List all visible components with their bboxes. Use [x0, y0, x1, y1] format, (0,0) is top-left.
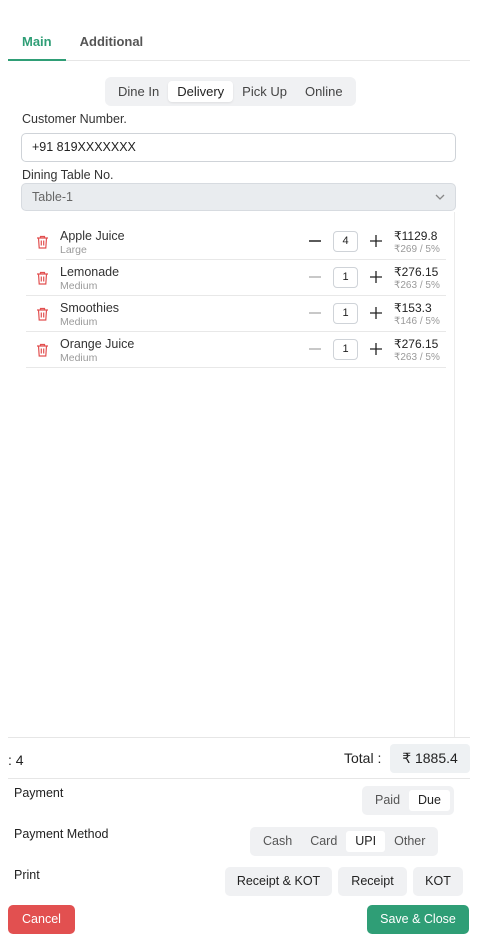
save-close-button[interactable]: Save & Close: [367, 905, 469, 934]
item-price: ₹276.15: [394, 337, 439, 351]
item-price: ₹276.15: [394, 265, 439, 279]
plus-icon[interactable]: [369, 270, 383, 284]
quantity-input[interactable]: 1: [333, 303, 358, 324]
minus-icon[interactable]: [308, 270, 322, 284]
quantity-input[interactable]: 1: [333, 267, 358, 288]
chevron-down-icon: [435, 194, 445, 200]
minus-icon[interactable]: [308, 306, 322, 320]
item-name: Lemonade: [60, 265, 120, 279]
order-type-selector: Dine In Delivery Pick Up Online: [105, 77, 356, 106]
order-summary: : 4 Total : ₹ 1885.4: [8, 737, 470, 779]
cancel-button[interactable]: Cancel: [8, 905, 75, 934]
payment-due-option[interactable]: Due: [409, 790, 450, 811]
payment-method-cash[interactable]: Cash: [254, 831, 301, 852]
order-item-row: Lemonade Medium 1 ₹276.15 ₹263 / 5%: [26, 260, 446, 296]
item-price: ₹153.3: [394, 301, 432, 315]
payment-method-card[interactable]: Card: [301, 831, 346, 852]
item-size: Medium: [60, 280, 98, 292]
order-type-delivery[interactable]: Delivery: [168, 81, 234, 102]
item-unit-price: ₹269 / 5%: [394, 244, 440, 255]
plus-icon[interactable]: [369, 234, 383, 248]
order-type-pick-up[interactable]: Pick Up: [233, 81, 296, 102]
item-size: Large: [60, 244, 87, 256]
quantity-input[interactable]: 1: [333, 339, 358, 360]
payment-label: Payment: [14, 786, 64, 800]
item-count: : 4: [8, 752, 24, 768]
payment-method-upi[interactable]: UPI: [346, 831, 386, 852]
dining-table-label: Dining Table No.: [22, 168, 114, 182]
payment-method-label: Payment Method: [14, 827, 109, 841]
payment-method-selector: Cash Card UPI Other: [250, 827, 439, 856]
delete-icon[interactable]: [36, 271, 49, 285]
customer-number-label: Customer Number.: [22, 112, 127, 126]
payment-paid-option[interactable]: Paid: [366, 790, 409, 811]
plus-icon[interactable]: [369, 306, 383, 320]
item-price: ₹1129.8: [394, 229, 438, 243]
dining-table-select[interactable]: Table-1: [21, 183, 456, 211]
item-unit-price: ₹146 / 5%: [394, 316, 440, 327]
item-size: Medium: [60, 352, 98, 364]
order-item-row: Apple Juice Large 4 ₹1129.8 ₹269 / 5%: [26, 224, 446, 260]
print-kot-button[interactable]: KOT: [413, 867, 463, 896]
payment-method-other[interactable]: Other: [385, 831, 434, 852]
dining-table-value: Table-1: [32, 190, 73, 204]
delete-icon[interactable]: [36, 343, 49, 357]
order-type-online[interactable]: Online: [296, 81, 352, 102]
item-unit-price: ₹263 / 5%: [394, 280, 440, 291]
item-unit-price: ₹263 / 5%: [394, 352, 440, 363]
print-receipt-kot-button[interactable]: Receipt & KOT: [225, 867, 332, 896]
order-item-row: Orange Juice Medium 1 ₹276.15 ₹263 / 5%: [26, 332, 446, 368]
customer-number-input[interactable]: +91 819XXXXXXX: [21, 133, 456, 162]
total-label: Total :: [344, 750, 382, 766]
print-label: Print: [14, 868, 40, 882]
plus-icon[interactable]: [369, 342, 383, 356]
quantity-input[interactable]: 4: [333, 231, 358, 252]
item-size: Medium: [60, 316, 98, 328]
top-tabs: Main Additional: [8, 22, 470, 61]
item-name: Apple Juice: [60, 229, 125, 243]
item-name: Smoothies: [60, 301, 120, 315]
tab-additional[interactable]: Additional: [66, 22, 158, 61]
total-value: ₹ 1885.4: [390, 744, 470, 773]
order-items-list: Apple Juice Large 4 ₹1129.8 ₹269 / 5% Le…: [26, 224, 446, 368]
delete-icon[interactable]: [36, 307, 49, 321]
delete-icon[interactable]: [36, 235, 49, 249]
tab-main[interactable]: Main: [8, 22, 66, 61]
item-name: Orange Juice: [60, 337, 135, 351]
order-type-dine-in[interactable]: Dine In: [109, 81, 168, 102]
order-item-row: Smoothies Medium 1 ₹153.3 ₹146 / 5%: [26, 296, 446, 332]
scroll-divider: [454, 212, 455, 737]
payment-status-selector: Paid Due: [362, 786, 454, 815]
print-receipt-button[interactable]: Receipt: [338, 867, 407, 896]
minus-icon[interactable]: [308, 234, 322, 248]
minus-icon[interactable]: [308, 342, 322, 356]
